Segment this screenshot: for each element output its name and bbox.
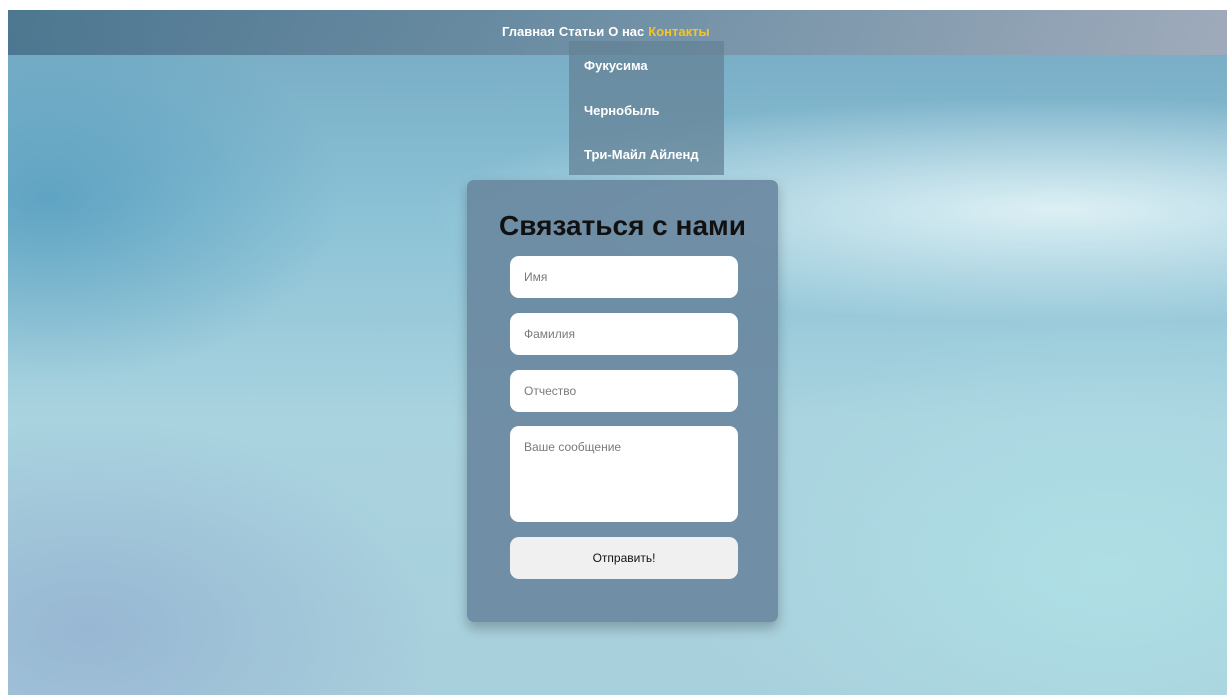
dropdown-item-fukushima[interactable]: Фукусима: [584, 58, 648, 74]
contact-form-card: Связаться с нами Отправить!: [467, 180, 778, 622]
patronymic-field[interactable]: [510, 370, 738, 412]
dropdown-item-chernobyl[interactable]: Чернобыль: [584, 103, 659, 119]
main-nav: Главная Статьи О нас Контакты: [502, 24, 710, 40]
nav-item-contacts[interactable]: Контакты: [648, 24, 709, 40]
nav-item-home[interactable]: Главная: [502, 24, 555, 40]
message-field[interactable]: [510, 426, 738, 522]
dropdown-item-three-mile-island[interactable]: Три-Майл Айленд: [584, 147, 699, 163]
articles-dropdown-menu: Фукусима Чернобыль Три-Майл Айленд: [569, 41, 724, 175]
contact-form-title: Связаться с нами: [499, 210, 746, 241]
page-background: Главная Статьи О нас Контакты Фукусима Ч…: [8, 10, 1227, 695]
first-name-field[interactable]: [510, 256, 738, 298]
nav-item-about[interactable]: О нас: [608, 24, 644, 40]
last-name-field[interactable]: [510, 313, 738, 355]
submit-button[interactable]: Отправить!: [510, 537, 738, 579]
nav-item-articles[interactable]: Статьи: [559, 24, 604, 40]
